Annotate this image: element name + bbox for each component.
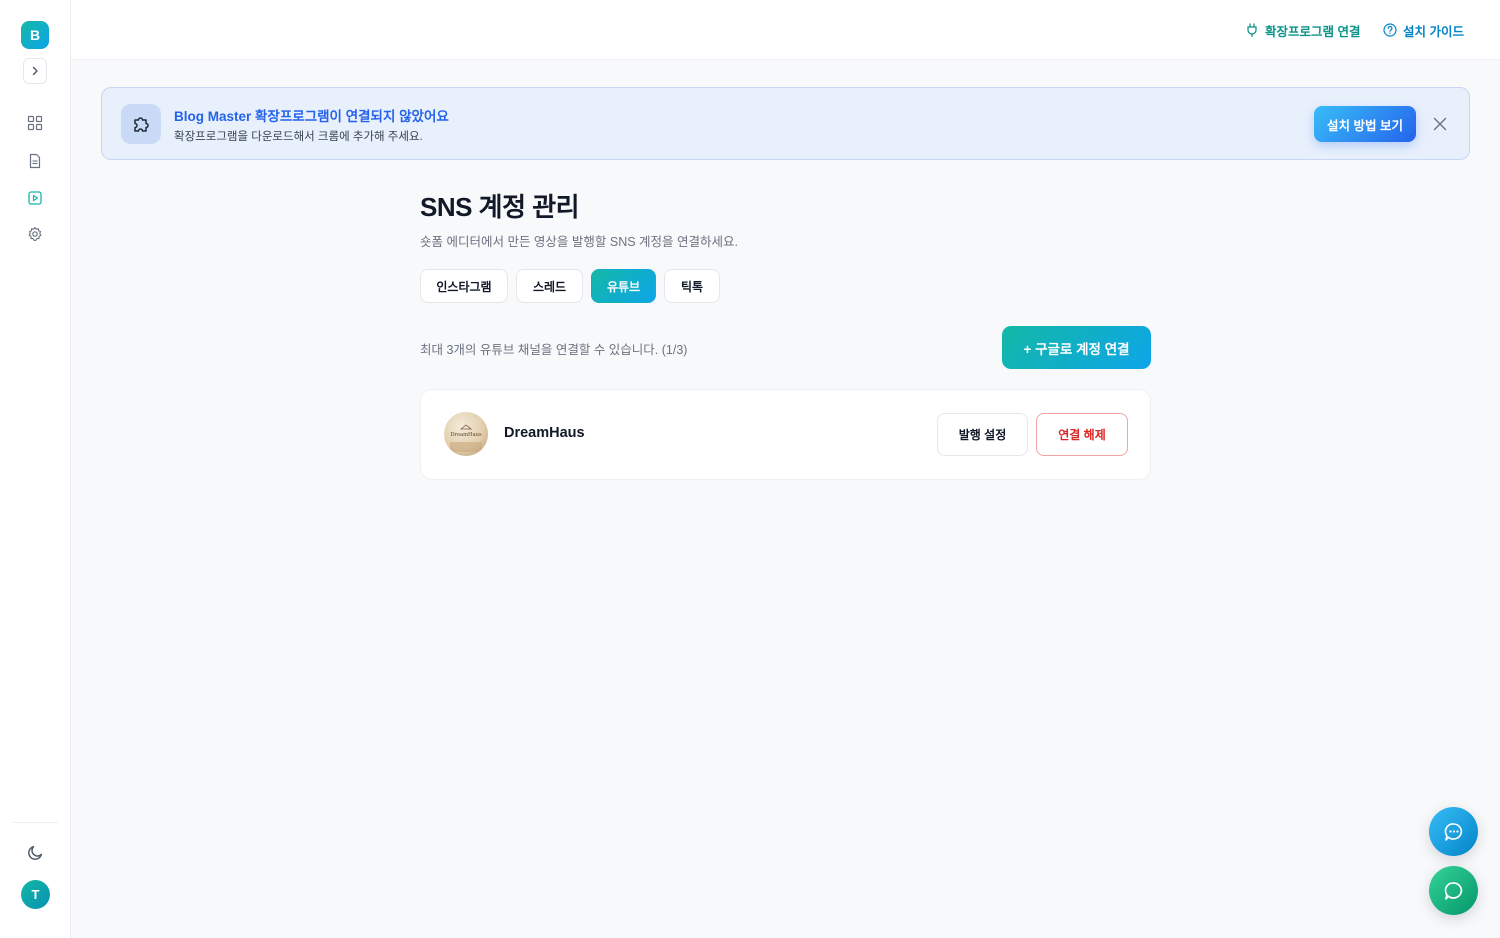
banner-close-button[interactable] (1430, 114, 1450, 134)
document-icon (29, 153, 41, 169)
extension-connect-link[interactable]: 확장프로그램 연결 (1245, 20, 1360, 40)
tab-tiktok[interactable]: 틱톡 (664, 269, 720, 303)
gear-icon (28, 226, 42, 241)
tab-youtube[interactable]: 유튜브 (591, 269, 656, 303)
install-guide-label: 설치 가이드 (1403, 24, 1464, 39)
plug-icon (1247, 23, 1257, 37)
sidebar-divider (12, 822, 58, 823)
chat-dots-icon (1444, 822, 1462, 841)
sidebar-item-dashboard[interactable] (26, 114, 44, 132)
publish-settings-button[interactable]: 발행 설정 (937, 413, 1028, 456)
chat-bubble-icon (1444, 881, 1462, 900)
chat-support-button[interactable] (1429, 866, 1478, 915)
sidebar-item-posts[interactable] (26, 152, 44, 170)
view-install-guide-button[interactable]: 설치 방법 보기 (1314, 106, 1416, 142)
extension-connect-label: 확장프로그램 연결 (1265, 24, 1361, 39)
sidebar-expand-button[interactable] (23, 58, 47, 84)
account-card: DreamHaus DreamHaus 발행 설정 연결 해제 (420, 389, 1151, 480)
tab-instagram[interactable]: 인스타그램 (420, 269, 508, 303)
avatar-letter: T (31, 887, 40, 902)
close-icon (1433, 117, 1447, 131)
top-bar: 확장프로그램 연결 설치 가이드 (71, 0, 1500, 60)
tab-threads[interactable]: 스레드 (516, 269, 583, 303)
help-circle-icon (1383, 23, 1397, 37)
connect-google-account-button[interactable]: + 구글로 계정 연결 (1002, 326, 1151, 369)
puzzle-icon (134, 117, 149, 132)
chevron-right-icon (32, 66, 38, 76)
sidebar: B T (0, 0, 71, 938)
moon-icon (27, 845, 42, 860)
banner-title: Blog Master 확장프로그램이 연결되지 않았어요 (174, 109, 449, 124)
banner-icon-box (121, 104, 161, 144)
page-subtitle: 숏폼 에디터에서 만든 영상을 발행할 SNS 계정을 연결하세요. (420, 235, 738, 249)
sidebar-item-shortform[interactable] (26, 189, 44, 207)
theme-toggle-button[interactable] (26, 843, 44, 861)
chat-bot-button[interactable] (1429, 807, 1478, 856)
page-title: SNS 계정 관리 (420, 192, 580, 222)
banner-description: 확장프로그램을 다운로드해서 크롬에 추가해 주세요. (174, 131, 423, 143)
disconnect-button[interactable]: 연결 해제 (1036, 413, 1128, 456)
install-guide-link[interactable]: 설치 가이드 (1383, 20, 1464, 40)
channel-limit-text: 최대 3개의 유튜브 채널을 연결할 수 있습니다. (1/3) (420, 343, 688, 357)
account-name: DreamHaus (504, 425, 585, 441)
grid-icon (27, 115, 43, 131)
user-avatar[interactable]: T (21, 880, 50, 909)
logo-letter: B (29, 27, 41, 43)
channel-avatar: DreamHaus (444, 412, 488, 456)
channel-logo-image: DreamHaus (450, 424, 482, 452)
app-logo[interactable]: B (21, 21, 49, 49)
sidebar-item-settings[interactable] (26, 225, 44, 243)
channel-logo-text: DreamHaus (450, 432, 482, 438)
extension-warning-banner: Blog Master 확장프로그램이 연결되지 않았어요 확장프로그램을 다운… (101, 87, 1470, 160)
play-icon (28, 191, 42, 205)
